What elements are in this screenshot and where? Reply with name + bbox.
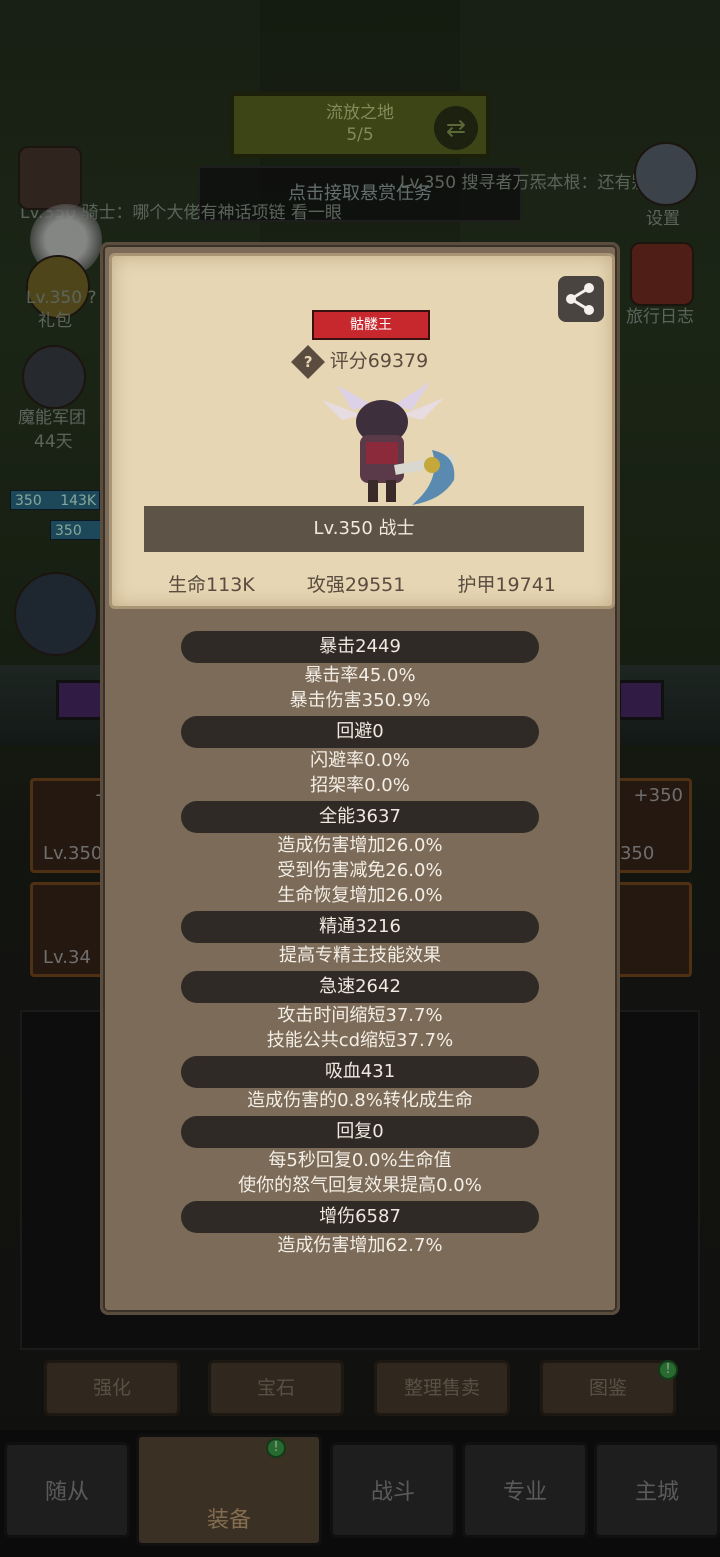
stat-description: 使你的怒气回复效果提高0.0% [238,1175,482,1196]
stat-group-regen: 回复0 每5秒回复0.0%生命值 使你的怒气回复效果提高0.0% [181,1116,539,1198]
stat-description: 造成伤害增加62.7% [277,1235,443,1256]
stat-armor: 护甲19741 [457,574,556,596]
character-class-level: Lv.350 战士 [144,506,584,552]
stat-description: 暴击伤害350.9% [289,690,431,711]
score-value: 评分69379 [329,350,429,372]
stat-description: 暴击率45.0% [304,665,416,686]
stat-description: 攻击时间缩短37.7% [277,1005,443,1026]
stat-description: 闪避率0.0% [310,750,410,771]
base-stats-row: 生命113K 攻强29551 护甲19741 [112,570,612,600]
stat-group-crit: 暴击2449 暴击率45.0% 暴击伤害350.9% [181,631,539,713]
share-icon [566,283,594,315]
stat-group-haste: 急速2642 攻击时间缩短37.7% 技能公共cd缩短37.7% [181,971,539,1053]
character-header-card: 骷髅王 ? 评分69379 Lv.350 战士 生命113K 攻强29551 护甲… [109,253,615,609]
stat-header: 急速2642 [181,971,539,1003]
score-row: ? 评分69379 [112,344,612,379]
stat-description: 造成伤害增加26.0% [277,835,443,856]
stat-description: 提高专精主技能效果 [279,945,441,966]
secondary-stats-list: 暴击2449 暴击率45.0% 暴击伤害350.9% 回避0 闪避率0.0% 招… [103,631,617,1261]
stat-attack-power: 攻强29551 [306,574,406,596]
stat-header: 暴击2449 [181,631,539,663]
stat-group-versatility: 全能3637 造成伤害增加26.0% 受到伤害减免26.0% 生命恢复增加26.… [181,801,539,908]
stat-description: 每5秒回复0.0%生命值 [268,1150,452,1171]
stat-header: 精通3216 [181,911,539,943]
stat-group-mastery: 精通3216 提高专精主技能效果 [181,911,539,968]
stat-health: 生命113K [168,574,255,596]
stat-header: 回避0 [181,716,539,748]
stat-description: 技能公共cd缩短37.7% [266,1030,454,1051]
stat-header: 全能3637 [181,801,539,833]
stat-description: 招架率0.0% [310,775,410,796]
help-mark: ? [303,352,313,371]
stat-group-lifesteal: 吸血431 造成伤害的0.8%转化成生命 [181,1056,539,1113]
stat-description: 造成伤害的0.8%转化成生命 [247,1090,473,1111]
stat-group-avoidance: 回避0 闪避率0.0% 招架率0.0% [181,716,539,798]
stat-group-damage-bonus: 增伤6587 造成伤害增加62.7% [181,1201,539,1258]
stat-header: 回复0 [181,1116,539,1148]
character-title-badge: 骷髅王 [312,310,430,340]
stat-header: 增伤6587 [181,1201,539,1233]
stat-header: 吸血431 [181,1056,539,1088]
stat-description: 生命恢复增加26.0% [277,885,443,906]
character-detail-modal: 骷髅王 ? 评分69379 Lv.350 战士 生命113K 攻强29551 护甲… [100,242,620,1315]
character-sprite [322,382,455,505]
stat-description: 受到伤害减免26.0% [277,860,443,881]
help-icon[interactable]: ? [290,344,325,379]
share-button[interactable] [558,276,604,322]
